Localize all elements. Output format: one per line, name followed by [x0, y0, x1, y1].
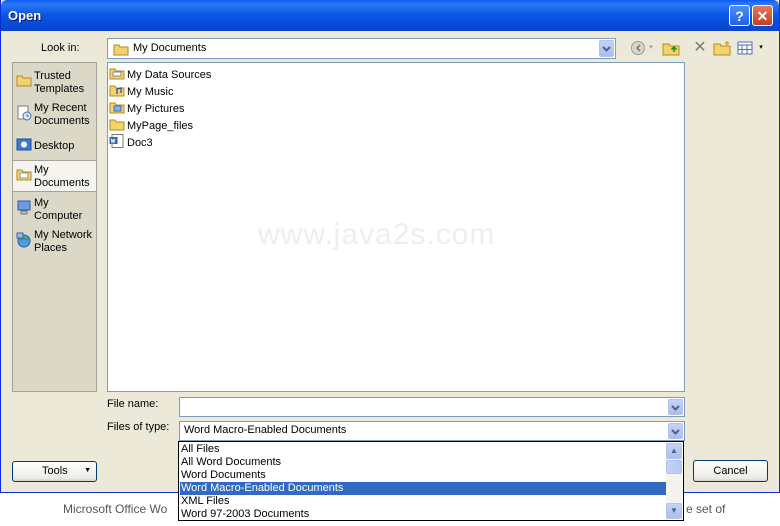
close-button[interactable]: ✕ — [752, 5, 773, 26]
look-in-label: Look in: — [41, 42, 80, 54]
views-icon[interactable] — [736, 40, 754, 56]
network-places-icon — [16, 232, 32, 251]
title-bar[interactable]: Open ? ✕ — [1, 0, 779, 31]
list-item[interactable]: MyPage_files — [109, 117, 193, 134]
file-type-option[interactable]: Word 97-2003 Documents — [180, 508, 668, 521]
new-folder-icon[interactable] — [713, 40, 731, 56]
place-my-documents[interactable]: My Documents — [12, 160, 97, 192]
place-my-network-places[interactable]: My Network Places — [13, 226, 96, 258]
look-in-combo[interactable]: My Documents — [107, 38, 616, 59]
file-type-option[interactable]: All Files — [180, 443, 668, 456]
file-type-option[interactable]: Word Documents — [180, 469, 668, 482]
help-button[interactable]: ? — [729, 5, 750, 26]
file-name: My Music — [127, 86, 174, 98]
back-icon[interactable] — [629, 40, 647, 56]
my-documents-icon — [16, 167, 32, 184]
place-label: My Documents — [34, 164, 90, 189]
file-type-dropdown[interactable]: All Files All Word Documents Word Docume… — [178, 441, 684, 521]
cancel-button[interactable]: Cancel — [693, 460, 768, 482]
desktop-icon — [16, 137, 32, 156]
list-item[interactable]: My Music — [109, 83, 173, 100]
window-title: Open — [8, 8, 42, 23]
pictures-folder-icon — [109, 100, 125, 114]
file-type-option[interactable]: XML Files — [180, 495, 668, 508]
file-type-label: Files of type: — [107, 421, 170, 433]
look-in-value: My Documents — [133, 42, 207, 54]
place-my-computer[interactable]: My Computer — [13, 194, 96, 226]
background-text-right: e set of — [686, 502, 726, 516]
open-dialog: Open ? ✕ Look in: My Documents ▾ ✕ ▾ Tru… — [0, 0, 780, 493]
my-documents-icon — [113, 42, 129, 59]
file-list[interactable]: www.java2s.com My Data Sources My Music … — [107, 62, 685, 392]
list-item[interactable]: My Pictures — [109, 100, 184, 117]
file-type-select[interactable]: Word Macro-Enabled Documents — [179, 421, 685, 441]
word-document-icon — [109, 134, 125, 148]
scroll-up-icon[interactable]: ▲ — [666, 443, 682, 459]
recent-documents-icon — [16, 105, 32, 124]
watermark: www.java2s.com — [258, 218, 496, 251]
back-dropdown-icon[interactable]: ▾ — [647, 40, 655, 56]
file-name-input[interactable] — [179, 397, 685, 417]
folder-icon — [16, 73, 32, 90]
delete-icon[interactable]: ✕ — [691, 40, 709, 56]
scroll-down-icon[interactable]: ▼ — [666, 503, 682, 519]
place-label: My Network Places — [34, 229, 93, 254]
place-trusted-templates[interactable]: Trusted Templates — [13, 67, 96, 99]
folder-icon — [109, 66, 125, 80]
tools-label: Tools — [42, 465, 68, 477]
place-desktop[interactable]: Desktop — [13, 131, 96, 163]
file-name: Doc3 — [127, 137, 153, 149]
views-dropdown-icon[interactable]: ▾ — [757, 40, 765, 56]
file-name-label: File name: — [107, 398, 159, 410]
file-name: My Data Sources — [127, 69, 212, 81]
file-name: My Pictures — [127, 103, 185, 115]
chevron-down-icon[interactable] — [599, 40, 614, 57]
folder-icon — [109, 117, 125, 131]
place-label: Desktop — [34, 140, 75, 152]
music-folder-icon — [109, 83, 125, 97]
file-type-option[interactable]: All Word Documents — [180, 456, 668, 469]
place-my-recent-documents[interactable]: My Recent Documents — [13, 99, 96, 131]
file-name: MyPage_files — [127, 120, 194, 132]
list-item[interactable]: Doc3 — [109, 134, 153, 151]
chevron-down-icon[interactable] — [668, 399, 683, 415]
place-label: My Computer — [34, 197, 83, 222]
place-label: My Recent Documents — [34, 102, 90, 127]
my-computer-icon — [16, 200, 32, 219]
chevron-down-icon[interactable] — [668, 423, 683, 439]
background-text-left: Microsoft Office Wo — [63, 502, 168, 516]
dropdown-scrollbar[interactable]: ▲ ▼ — [666, 443, 682, 519]
places-bar: Trusted Templates My Recent Documents De… — [12, 62, 97, 392]
file-type-option-selected[interactable]: Word Macro-Enabled Documents — [180, 482, 668, 495]
place-label: Trusted Templates — [34, 70, 85, 95]
scroll-thumb[interactable] — [666, 460, 682, 474]
up-folder-icon[interactable] — [662, 40, 680, 56]
tools-button[interactable]: Tools ▼ — [12, 461, 97, 482]
file-type-value: Word Macro-Enabled Documents — [184, 424, 347, 436]
chevron-down-icon: ▼ — [84, 467, 91, 474]
list-item[interactable]: My Data Sources — [109, 66, 211, 83]
